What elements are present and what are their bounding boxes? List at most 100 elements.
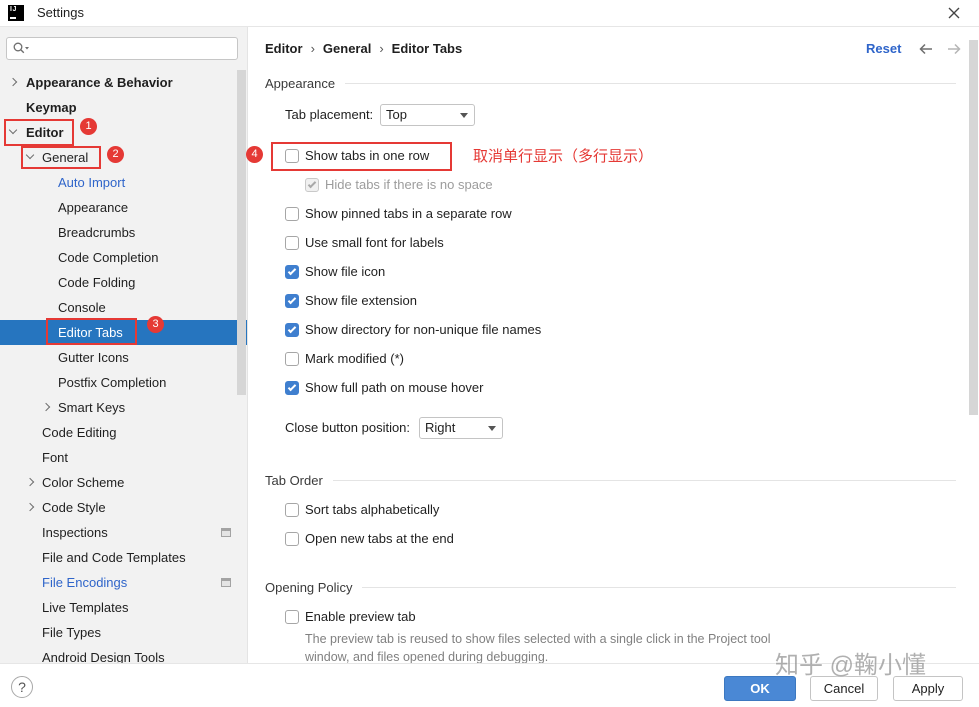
section-title: Opening Policy — [265, 579, 353, 595]
dropdown-arrow-icon — [488, 426, 496, 431]
sidebar-item-file-types[interactable]: File Types — [0, 620, 247, 645]
sidebar-item-smart-keys[interactable]: Smart Keys — [0, 395, 247, 420]
sidebar-item-console[interactable]: Console — [0, 295, 247, 320]
checkbox[interactable] — [285, 294, 299, 308]
annotation-note: 取消单行显示（多行显示） — [473, 148, 654, 165]
breadcrumb-item-general[interactable]: General — [323, 41, 371, 56]
sidebar-item-inspections[interactable]: Inspections — [0, 520, 247, 545]
section-divider — [332, 479, 956, 481]
sidebar-item-android-design-tools[interactable]: Android Design Tools — [0, 645, 247, 663]
section-appearance: Appearance — [265, 73, 956, 93]
option-label: Show directory for non-unique file names — [305, 322, 542, 337]
breadcrumb-item-editor[interactable]: Editor — [265, 41, 303, 56]
checkmark-icon — [287, 266, 297, 276]
sidebar-item-keymap[interactable]: Keymap — [0, 95, 247, 120]
sidebar-scrollbar[interactable] — [237, 70, 246, 395]
close-button-position-select[interactable]: Right — [419, 417, 503, 439]
checkbox[interactable] — [285, 207, 299, 221]
tab-placement-select[interactable]: Top — [380, 104, 475, 126]
breadcrumb-separator-icon: › — [379, 41, 384, 56]
close-icon[interactable] — [947, 6, 961, 20]
sidebar-item-auto-import[interactable]: Auto Import — [0, 170, 247, 195]
checkbox[interactable] — [285, 265, 299, 279]
intellij-logo-icon: IJ — [8, 5, 24, 21]
back-arrow-icon[interactable] — [919, 42, 933, 56]
breadcrumb-item-editor-tabs: Editor Tabs — [391, 41, 463, 56]
sidebar-item-label: Postfix Completion — [58, 375, 167, 390]
section-title: Appearance — [265, 75, 336, 91]
cancel-button[interactable]: Cancel — [810, 676, 878, 701]
option-label: Show full path on mouse hover — [305, 380, 484, 395]
sidebar-item-color-scheme[interactable]: Color Scheme — [0, 470, 247, 495]
sidebar-item-code-style[interactable]: Code Style — [0, 495, 247, 520]
ok-button[interactable]: OK — [724, 676, 796, 701]
annotation-box-general — [21, 146, 101, 169]
reset-link[interactable]: Reset — [866, 39, 901, 59]
checkmark-icon — [307, 179, 317, 189]
sidebar-item-label: Auto Import — [58, 175, 126, 190]
checkbox[interactable] — [285, 381, 299, 395]
sidebar-item-label: Appearance & Behavior — [26, 75, 173, 90]
breadcrumb-separator-icon: › — [310, 41, 315, 56]
sidebar-item-code-completion[interactable]: Code Completion — [0, 245, 247, 270]
sidebar-item-file-encodings[interactable]: File Encodings — [0, 570, 247, 595]
project-settings-icon — [221, 528, 231, 537]
sidebar-item-label: Code Editing — [42, 425, 117, 440]
checkbox[interactable] — [285, 236, 299, 250]
section-tab-order: Tab Order — [265, 470, 956, 490]
close-button-position-value: Right — [425, 420, 456, 435]
checkmark-icon — [287, 295, 297, 305]
sidebar-item-breadcrumbs[interactable]: Breadcrumbs — [0, 220, 247, 245]
apply-button[interactable]: Apply — [893, 676, 963, 701]
option-label: Enable preview tab — [305, 609, 416, 624]
chevron-right-icon[interactable] — [25, 502, 35, 512]
search-input[interactable] — [6, 37, 238, 60]
sidebar-item-file-and-code-templates[interactable]: File and Code Templates — [0, 545, 247, 570]
sidebar-item-appearance-behavior[interactable]: Appearance & Behavior — [0, 70, 247, 95]
forward-arrow-icon[interactable] — [947, 42, 961, 56]
content-scrollbar[interactable] — [969, 40, 978, 415]
sidebar-item-label: Code Completion — [58, 250, 159, 265]
project-settings-icon — [221, 578, 231, 587]
checkbox[interactable] — [285, 323, 299, 337]
option-label: Hide tabs if there is no space — [325, 177, 493, 192]
sidebar-item-label: Breadcrumbs — [58, 225, 136, 240]
sidebar-item-label: Font — [42, 450, 69, 465]
section-divider — [345, 82, 956, 84]
option-label: Show pinned tabs in a separate row — [305, 206, 512, 221]
settings-content: Editor › General › Editor Tabs Reset Appeara… — [247, 27, 979, 663]
chevron-right-icon[interactable] — [25, 477, 35, 487]
chevron-right-icon[interactable] — [8, 77, 18, 87]
help-icon[interactable]: ? — [11, 676, 33, 698]
sidebar-item-gutter-icons[interactable]: Gutter Icons — [0, 345, 247, 370]
sidebar-item-appearance[interactable]: Appearance — [0, 195, 247, 220]
sidebar-item-label: Color Scheme — [42, 475, 125, 490]
annotation-box-show-tabs-one-row — [271, 142, 452, 171]
title-bar: IJ Settings — [0, 0, 979, 27]
sidebar-item-live-templates[interactable]: Live Templates — [0, 595, 247, 620]
sidebar-item-label: File Encodings — [42, 575, 128, 590]
checkbox[interactable] — [285, 610, 299, 624]
annotation-step-3: 3 — [147, 316, 164, 333]
app-icon-text: IJ — [10, 6, 17, 13]
sidebar-item-postfix-completion[interactable]: Postfix Completion — [0, 370, 247, 395]
chevron-right-icon[interactable] — [41, 402, 51, 412]
checkbox[interactable] — [305, 178, 319, 192]
sidebar-item-label: File Types — [42, 625, 102, 640]
sidebar-item-code-folding[interactable]: Code Folding — [0, 270, 247, 295]
sidebar-item-font[interactable]: Font — [0, 445, 247, 470]
sidebar-item-label: Gutter Icons — [58, 350, 129, 365]
annotation-step-1: 1 — [80, 118, 97, 135]
option-label: Show file icon — [305, 264, 386, 279]
breadcrumb: Editor › General › Editor Tabs — [265, 39, 462, 59]
app-icon-bar — [10, 17, 16, 19]
checkbox[interactable] — [285, 352, 299, 366]
annotation-step-2: 2 — [107, 146, 124, 163]
sidebar-item-code-editing[interactable]: Code Editing — [0, 420, 247, 445]
preview-tab-description: The preview tab is reused to show files … — [305, 632, 771, 663]
checkbox[interactable] — [285, 532, 299, 546]
checkbox[interactable] — [285, 503, 299, 517]
search-icon[interactable] — [13, 42, 31, 55]
tab-placement-value: Top — [386, 107, 407, 122]
sidebar-item-label: Console — [58, 300, 106, 315]
